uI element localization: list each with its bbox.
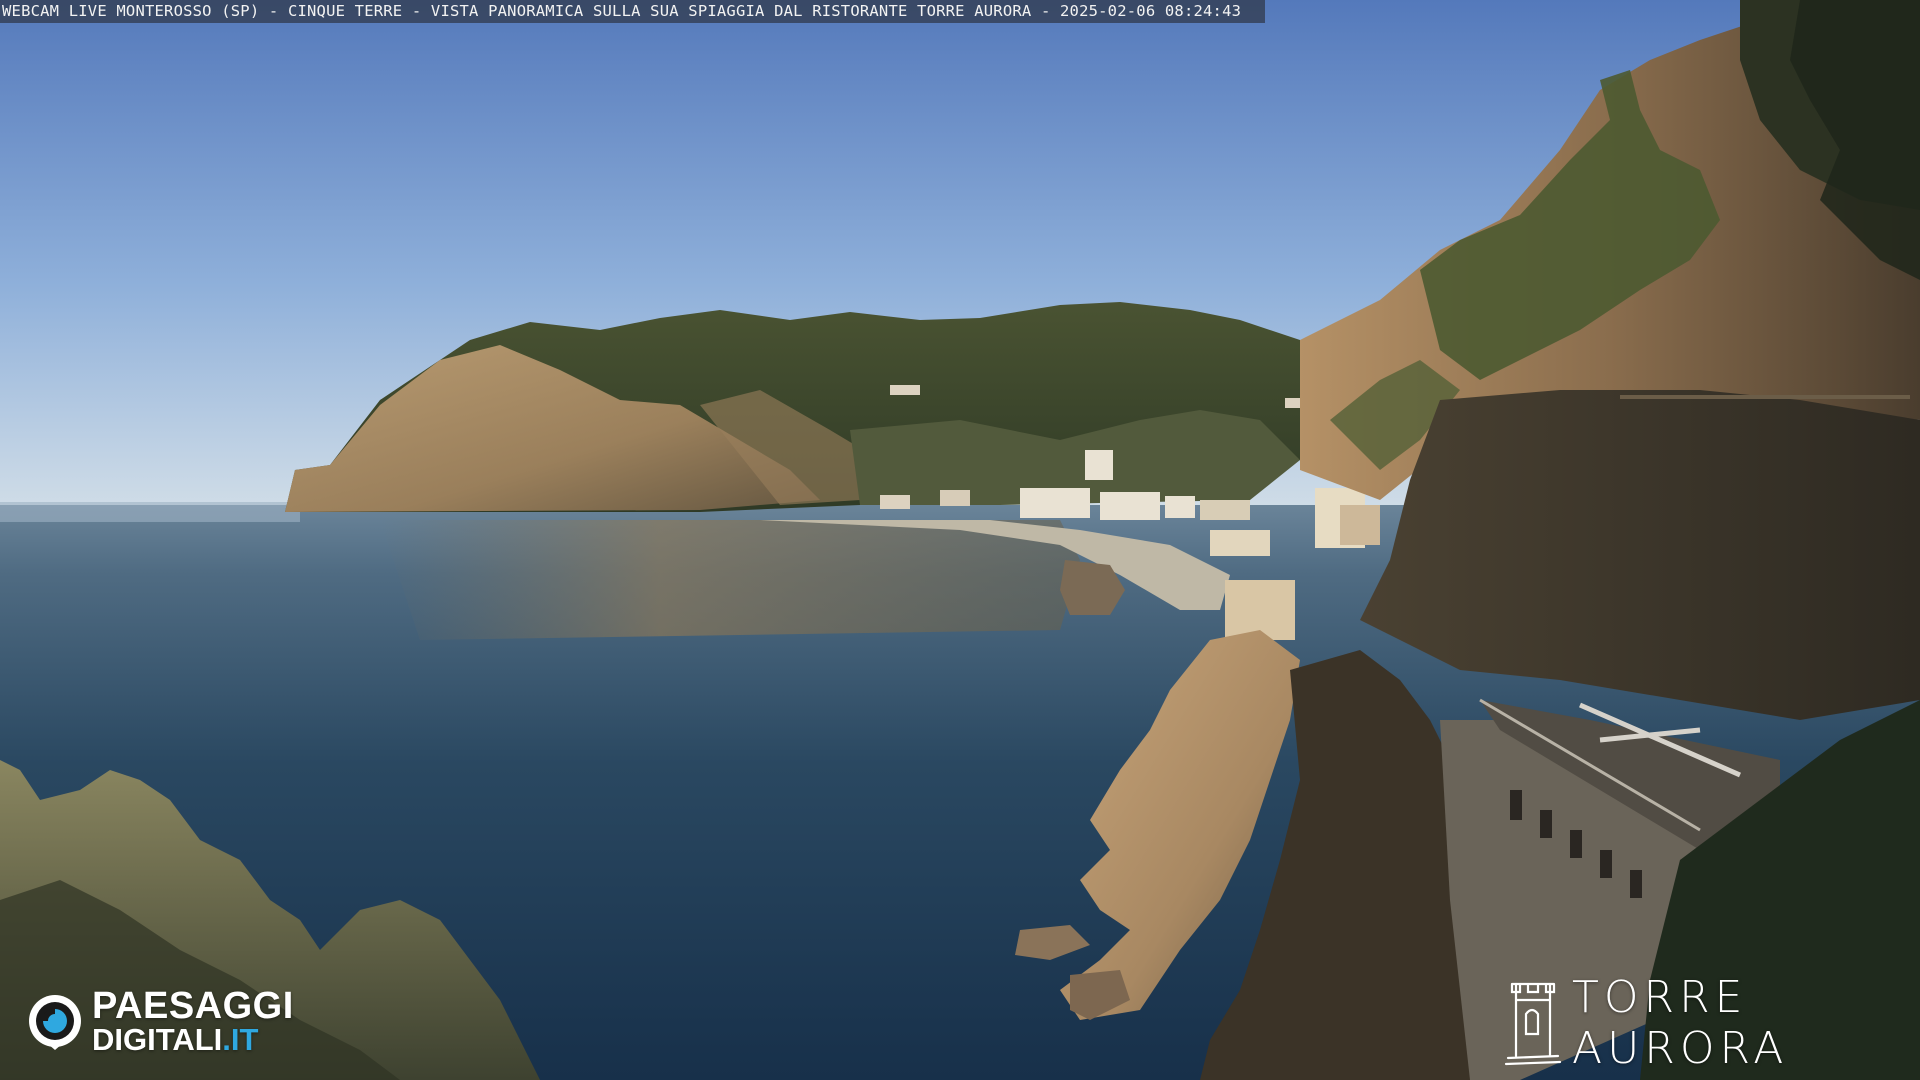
torre-aurora-text: TORRE AURORA bbox=[1572, 972, 1789, 1074]
cliff-railing bbox=[1620, 395, 1910, 399]
paesaggi-digitali-logo: PAESAGGI DIGITALI .IT bbox=[26, 986, 294, 1056]
digitali-text: DIGITALI bbox=[92, 1022, 223, 1057]
camera-lens-icon bbox=[29, 995, 81, 1050]
paesaggi-text: PAESAGGI bbox=[92, 985, 294, 1027]
webcam-caption: WEBCAM LIVE MONTEROSSO (SP) - CINQUE TER… bbox=[0, 0, 1266, 23]
torre-aurora-logo: TORRE AURORA bbox=[1504, 972, 1920, 1074]
tower-sketch-icon bbox=[1504, 982, 1562, 1066]
sea-reflection bbox=[380, 520, 1080, 640]
horizon-haze bbox=[0, 502, 300, 522]
webcam-frame: WEBCAM LIVE MONTEROSSO (SP) - CINQUE TER… bbox=[0, 0, 1920, 1080]
domain-suffix-text: .IT bbox=[222, 1022, 259, 1057]
webcam-scene bbox=[0, 0, 1920, 1080]
